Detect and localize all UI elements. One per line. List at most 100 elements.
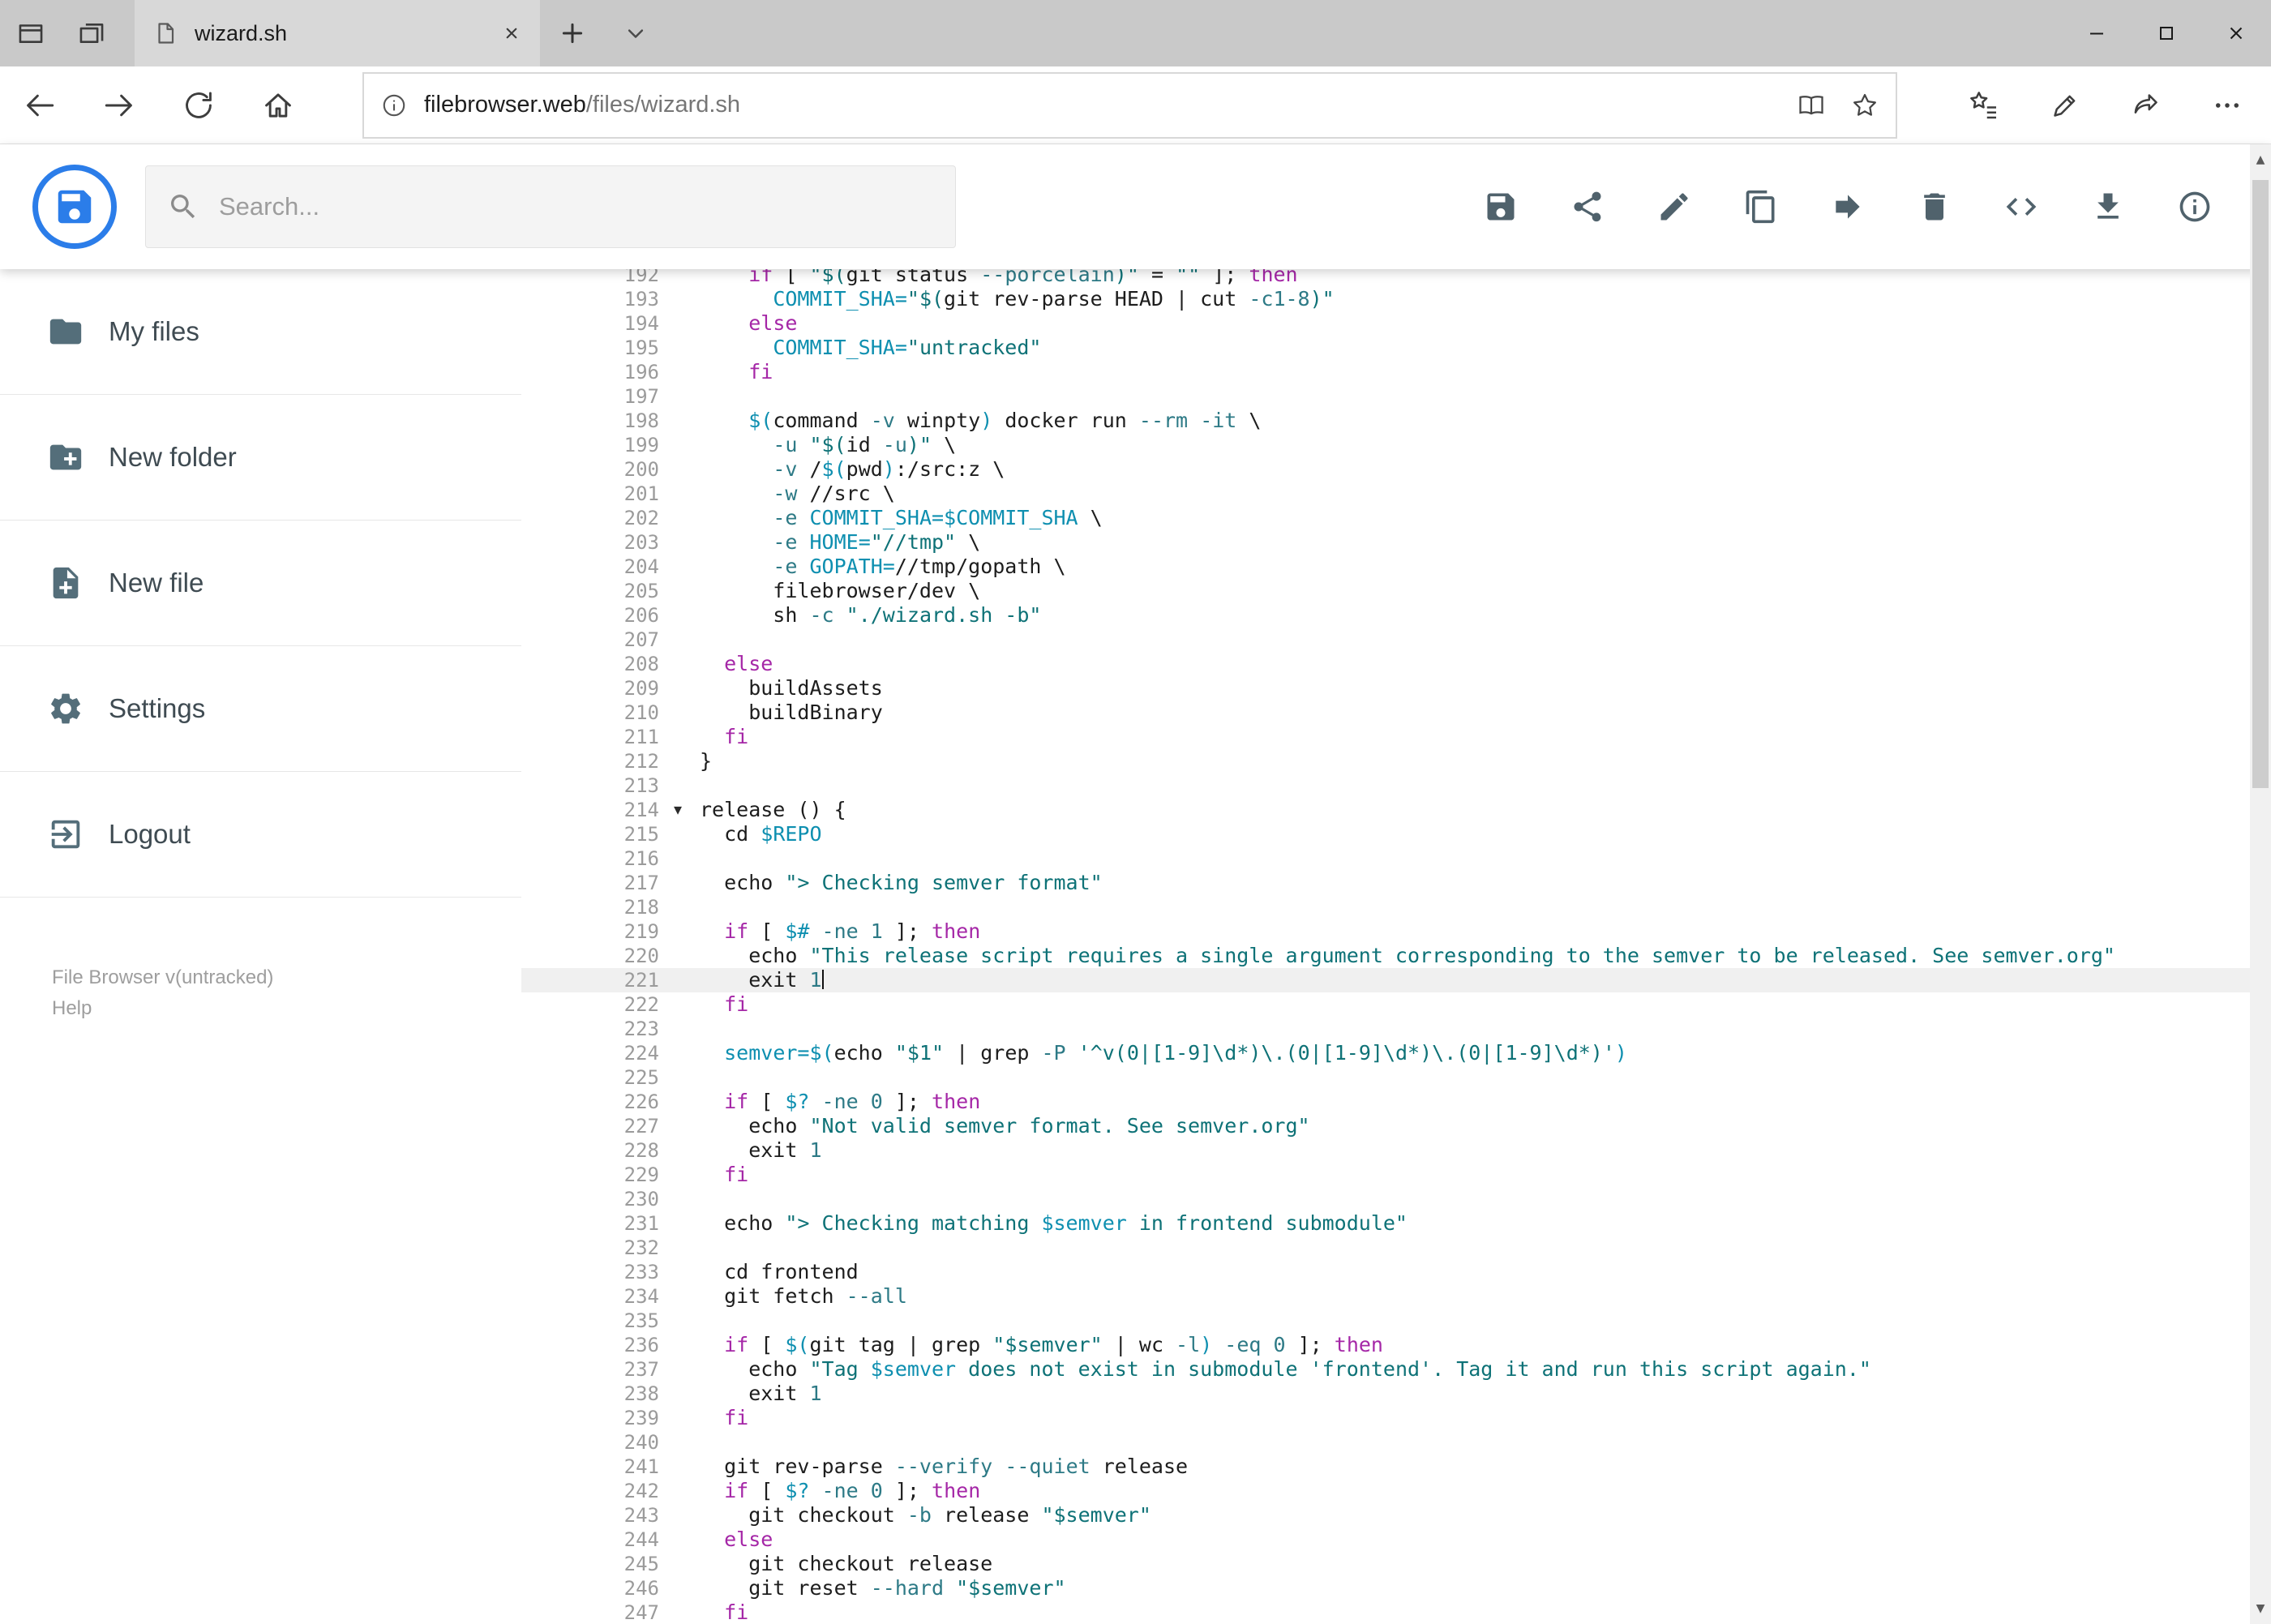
code-line[interactable]: 204 -e GOPATH=//tmp/gopath \ [521, 555, 2250, 579]
rename-button[interactable] [1656, 189, 1692, 225]
code-line[interactable]: 208 else [521, 652, 2250, 676]
code-line[interactable]: 202 -e COMMIT_SHA=$COMMIT_SHA \ [521, 506, 2250, 530]
back-button[interactable] [0, 66, 79, 144]
tab-list-button[interactable] [605, 0, 666, 66]
code-line[interactable]: 240 [521, 1430, 2250, 1455]
code-line[interactable]: 215 cd $REPO [521, 822, 2250, 846]
search-box[interactable] [145, 165, 956, 248]
share-button[interactable] [2106, 66, 2187, 144]
code-line[interactable]: 198 $(command -v winpty) docker run --rm… [521, 409, 2250, 433]
code-line[interactable]: 194 else [521, 311, 2250, 336]
code-line[interactable]: 222 fi [521, 992, 2250, 1017]
share-file-button[interactable] [1570, 189, 1605, 225]
new-tab-button[interactable] [540, 0, 605, 66]
page-scrollbar[interactable]: ▲ ▼ [2250, 144, 2271, 1624]
code-line[interactable]: 220 echo "This release script requires a… [521, 944, 2250, 968]
code-line[interactable]: 212} [521, 749, 2250, 773]
code-line[interactable]: 239 fi [521, 1406, 2250, 1430]
code-line[interactable]: 225 [521, 1065, 2250, 1090]
code-line[interactable]: 236 if [ $(git tag | grep "$semver" | wc… [521, 1333, 2250, 1357]
reading-view-icon[interactable] [1797, 91, 1826, 120]
code-line[interactable]: 206 sh -c "./wizard.sh -b" [521, 603, 2250, 628]
set-aside-tabs-button[interactable] [61, 0, 122, 66]
code-line[interactable]: 214 ▾ release () { [521, 798, 2250, 822]
code-line[interactable]: 199 -u "$(id -u)" \ [521, 433, 2250, 457]
code-line[interactable]: 223 [521, 1017, 2250, 1041]
code-line[interactable]: 197 [521, 384, 2250, 409]
code-line[interactable]: 228 exit 1 [521, 1138, 2250, 1163]
code-line[interactable]: 216 [521, 846, 2250, 871]
refresh-button[interactable] [159, 66, 238, 144]
download-button[interactable] [2090, 189, 2126, 225]
code-line[interactable]: 243 git checkout -b release "$semver" [521, 1503, 2250, 1528]
code-line[interactable]: 219 if [ $# -ne 1 ]; then [521, 919, 2250, 944]
scroll-down-arrow-icon[interactable]: ▼ [2250, 1595, 2271, 1622]
minimize-button[interactable] [2062, 0, 2132, 66]
close-window-button[interactable] [2201, 0, 2271, 66]
scroll-up-arrow-icon[interactable]: ▲ [2250, 146, 2271, 174]
more-options-button[interactable] [2187, 66, 2268, 144]
code-line[interactable]: 211 fi [521, 725, 2250, 749]
code-line[interactable]: 195 COMMIT_SHA="untracked" [521, 336, 2250, 360]
code-line[interactable]: 201 -w //src \ [521, 482, 2250, 506]
sidebar-item-my-files[interactable]: My files [0, 269, 521, 395]
code-line[interactable]: 210 buildBinary [521, 701, 2250, 725]
move-button[interactable] [1830, 189, 1866, 225]
code-line[interactable]: 245 git checkout release [521, 1552, 2250, 1576]
code-line[interactable]: 231 echo "> Checking matching $semver in… [521, 1211, 2250, 1236]
code-line[interactable]: 241 git rev-parse --verify --quiet relea… [521, 1455, 2250, 1479]
info-button[interactable] [2177, 189, 2213, 225]
search-input[interactable] [219, 192, 934, 221]
code-line[interactable]: 233 cd frontend [521, 1260, 2250, 1284]
code-line[interactable]: 234 git fetch --all [521, 1284, 2250, 1309]
app-logo[interactable] [32, 165, 117, 249]
tab-preview-button[interactable] [0, 0, 61, 66]
code-line[interactable]: 227 echo "Not valid semver format. See s… [521, 1114, 2250, 1138]
code-line[interactable]: 224 semver=$(echo "$1" | grep -P '^v(0|[… [521, 1041, 2250, 1065]
code-line[interactable]: 232 [521, 1236, 2250, 1260]
sidebar-item-logout[interactable]: Logout [0, 772, 521, 898]
code-line[interactable]: 221 exit 1 [521, 968, 2250, 992]
browser-tab[interactable]: wizard.sh [135, 0, 540, 66]
code-line[interactable]: 192 if [ "$(git status --porcelain)" = "… [521, 269, 2250, 287]
code-line[interactable]: 209 buildAssets [521, 676, 2250, 701]
code-line[interactable]: 193 COMMIT_SHA="$(git rev-parse HEAD | c… [521, 287, 2250, 311]
code-line[interactable]: 244 else [521, 1528, 2250, 1552]
address-bar[interactable]: filebrowser.web/files/wizard.sh [362, 71, 1897, 139]
code-line[interactable]: 238 exit 1 [521, 1382, 2250, 1406]
sidebar-item-new-file[interactable]: New file [0, 521, 521, 646]
delete-button[interactable] [1917, 189, 1952, 225]
code-line[interactable]: 217 echo "> Checking semver format" [521, 871, 2250, 895]
maximize-button[interactable] [2132, 0, 2201, 66]
home-button[interactable] [238, 66, 318, 144]
code-line[interactable]: 200 -v /$(pwd):/src:z \ [521, 457, 2250, 482]
web-note-button[interactable] [2025, 66, 2106, 144]
code-line[interactable]: 247 fi [521, 1600, 2250, 1624]
sidebar-item-settings[interactable]: Settings [0, 646, 521, 772]
code-line[interactable]: 229 fi [521, 1163, 2250, 1187]
code-line[interactable]: 213 [521, 773, 2250, 798]
raw-code-button[interactable] [2003, 189, 2039, 225]
code-line[interactable]: 196 fi [521, 360, 2250, 384]
tab-close-icon[interactable] [501, 23, 522, 44]
help-link[interactable]: Help [52, 993, 521, 1024]
scrollbar-thumb[interactable] [2252, 180, 2269, 788]
forward-button[interactable] [79, 66, 159, 144]
code-line[interactable]: 205 filebrowser/dev \ [521, 579, 2250, 603]
code-line[interactable]: 235 [521, 1309, 2250, 1333]
code-line[interactable]: 242 if [ $? -ne 0 ]; then [521, 1479, 2250, 1503]
copy-button[interactable] [1743, 189, 1779, 225]
fold-arrow-icon[interactable]: ▾ [674, 797, 682, 821]
code-line[interactable]: 207 [521, 628, 2250, 652]
page-info-icon[interactable] [380, 92, 408, 119]
favorites-hub-button[interactable] [1943, 66, 2025, 144]
code-line[interactable]: 246 git reset --hard "$semver" [521, 1576, 2250, 1600]
save-button[interactable] [1483, 189, 1519, 225]
code-line[interactable]: 237 echo "Tag $semver does not exist in … [521, 1357, 2250, 1382]
code-line[interactable]: 226 if [ $? -ne 0 ]; then [521, 1090, 2250, 1114]
code-line[interactable]: 230 [521, 1187, 2250, 1211]
code-line[interactable]: 218 [521, 895, 2250, 919]
sidebar-item-new-folder[interactable]: New folder [0, 395, 521, 521]
code-line[interactable]: 203 -e HOME="//tmp" \ [521, 530, 2250, 555]
code-editor[interactable]: 192 if [ "$(git status --porcelain)" = "… [521, 269, 2250, 1624]
